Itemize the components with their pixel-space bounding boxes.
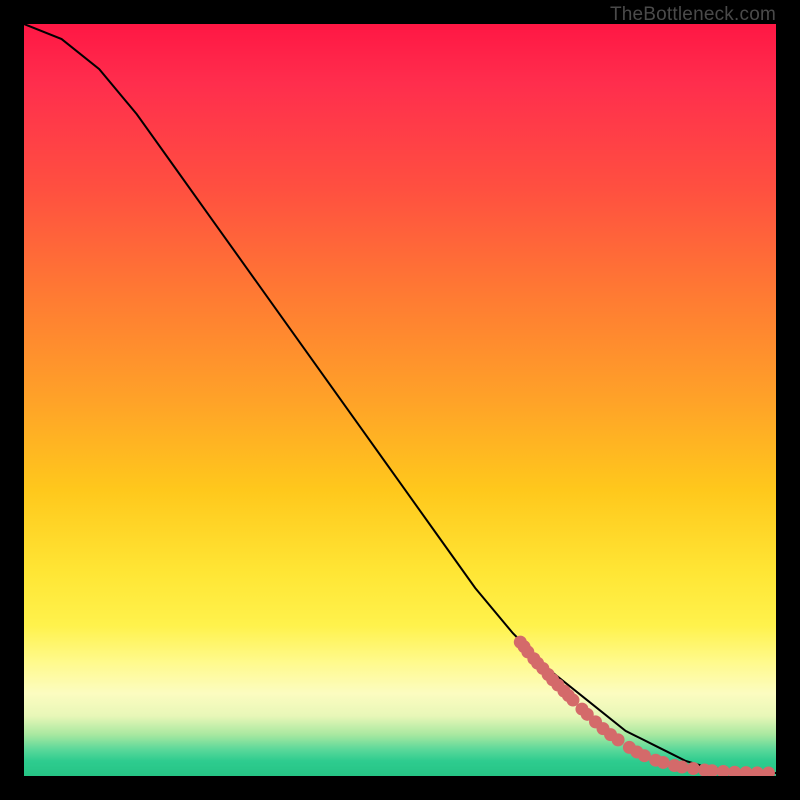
scatter-dot: [717, 765, 730, 776]
chart-svg: [24, 24, 776, 776]
scatter-dots: [514, 636, 775, 776]
scatter-dot: [687, 762, 700, 775]
scatter-dot: [739, 766, 752, 776]
plot-area: [24, 24, 776, 776]
watermark-label: TheBottleneck.com: [610, 4, 776, 26]
scatter-dot: [728, 766, 741, 776]
bottleneck-curve: [24, 24, 776, 773]
scatter-dot: [638, 749, 651, 762]
chart-stage: TheBottleneck.com: [0, 0, 800, 800]
scatter-dot: [676, 760, 689, 773]
scatter-dot: [751, 766, 764, 776]
scatter-dot: [657, 756, 670, 769]
scatter-dot: [612, 733, 625, 746]
scatter-dot: [762, 766, 775, 776]
